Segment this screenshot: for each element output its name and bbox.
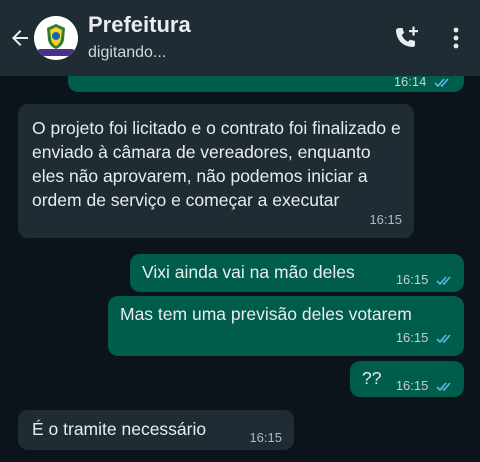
message-time: 16:14 (393, 76, 427, 89)
emblem-icon (34, 16, 78, 60)
message-bubble-outgoing[interactable]: Mas tem uma previsão deles votarem 16:15 (108, 296, 464, 356)
more-options-icon[interactable] (444, 24, 468, 52)
message-text: nada (80, 76, 121, 82)
message-text: ?? (362, 368, 382, 388)
message-time: 16:15 (249, 430, 282, 445)
contact-name[interactable]: Prefeitura (88, 12, 191, 38)
message-bubble-incoming[interactable]: É o tramite necessário 16:15 (18, 410, 294, 450)
message-text: O projeto foi licitado e o contrato foi … (32, 118, 401, 210)
message-time: 16:15 (395, 330, 429, 345)
message-bubble-outgoing[interactable]: Vixi ainda vai na mão deles 16:15 (130, 254, 464, 292)
read-ticks-icon (436, 334, 451, 344)
avatar[interactable] (34, 16, 78, 60)
back-arrow-icon[interactable] (8, 26, 32, 50)
message-time: 16:15 (395, 378, 429, 393)
message-text: Mas tem uma previsão deles votarem (120, 304, 412, 324)
message-bubble-incoming[interactable]: O projeto foi licitado e o contrato foi … (18, 104, 414, 238)
chat-header: Prefeitura digitando... (0, 0, 480, 76)
typing-status: digitando... (88, 44, 167, 61)
message-time: 16:15 (395, 272, 429, 287)
read-ticks-icon (436, 382, 451, 392)
message-bubble-outgoing[interactable]: ?? 16:15 (350, 361, 464, 397)
add-call-icon[interactable] (392, 24, 420, 52)
read-ticks-icon (436, 276, 451, 286)
chat-area[interactable]: nada 16:14 O projeto foi licitado e o co… (0, 76, 480, 462)
read-ticks-icon (434, 78, 449, 88)
message-bubble-outgoing[interactable]: nada 16:14 (68, 76, 464, 92)
message-time: 16:15 (369, 212, 402, 227)
message-text: É o tramite necessário (32, 419, 207, 439)
message-text: Vixi ainda vai na mão deles (142, 262, 355, 282)
